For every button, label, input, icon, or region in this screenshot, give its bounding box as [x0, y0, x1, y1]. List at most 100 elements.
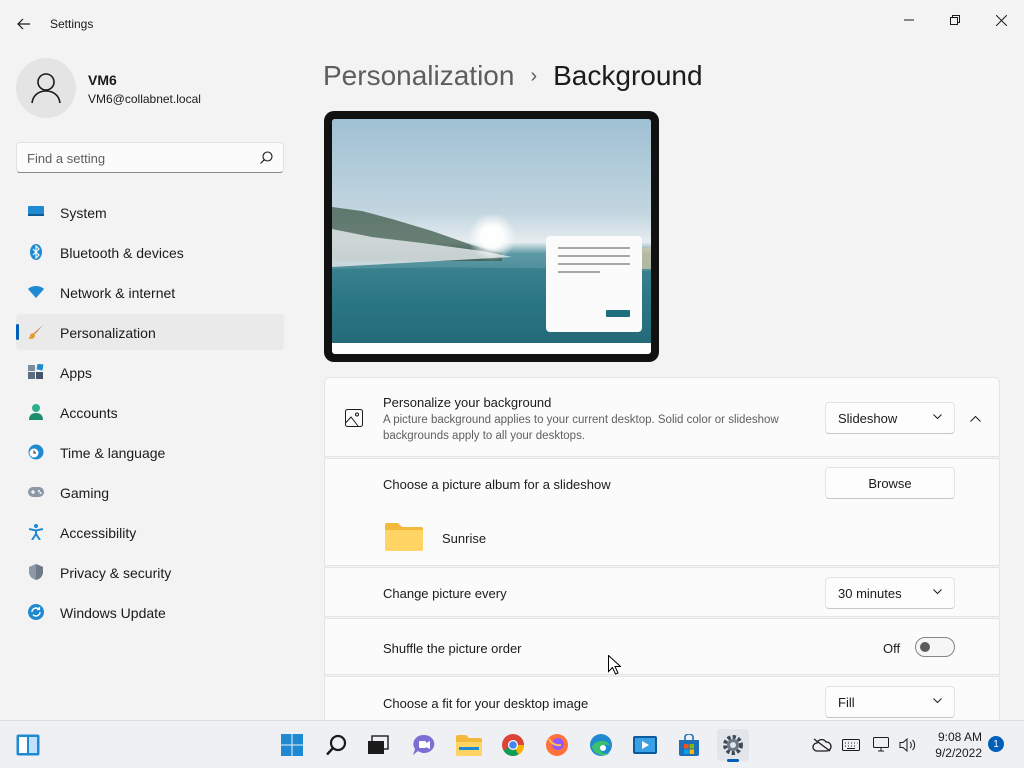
- desktop-preview: [324, 111, 659, 362]
- sidebar-item-network[interactable]: Network & internet: [16, 274, 284, 310]
- title-bar: Settings: [0, 0, 1024, 48]
- monitor-icon: [28, 204, 44, 220]
- sidebar-item-label: Privacy & security: [60, 565, 172, 581]
- sidebar-item-personalization[interactable]: Personalization: [16, 314, 284, 350]
- person-icon: [31, 73, 61, 104]
- folder-icon: [385, 523, 423, 551]
- page-title: Background: [553, 60, 703, 91]
- media-player-icon: [633, 736, 657, 754]
- shield-icon: [28, 564, 44, 580]
- close-icon: [995, 14, 1007, 26]
- gear-icon: [723, 735, 743, 755]
- volume-button[interactable]: [893, 729, 923, 761]
- bluetooth-icon: [28, 244, 44, 260]
- edge-icon: [590, 734, 612, 756]
- accounts-icon: [28, 404, 44, 420]
- shuffle-title: Shuffle the picture order: [383, 641, 522, 656]
- shuffle-order-row: Shuffle the picture order Off: [324, 618, 1000, 675]
- sidebar-item-gaming[interactable]: Gaming: [16, 474, 284, 510]
- settings-taskbar-button[interactable]: [717, 729, 749, 762]
- personalize-background-description: A picture background applies to your cur…: [383, 414, 779, 442]
- search-input[interactable]: Find a setting: [16, 142, 284, 173]
- start-button[interactable]: [276, 729, 308, 761]
- dropdown-value: Fill: [838, 695, 855, 710]
- album-folder-name: Sunrise: [442, 531, 487, 546]
- restore-icon: [950, 15, 960, 25]
- file-explorer-button[interactable]: [453, 729, 485, 761]
- chat-button[interactable]: [408, 729, 440, 761]
- app-title: Settings: [50, 17, 94, 31]
- user-profile[interactable]: VM6 VM6@collabnet.local: [16, 58, 286, 118]
- keyboard-icon: [842, 739, 860, 751]
- taskbar-date: 9/2/2022: [935, 746, 982, 760]
- taskbar-time: 9:08 AM: [937, 730, 982, 744]
- personalize-background-row: Personalize your background A picture ba…: [324, 377, 1000, 457]
- store-button[interactable]: [673, 729, 705, 761]
- sidebar-item-time-language[interactable]: Time & language: [16, 434, 284, 470]
- chevron-up-icon: [969, 415, 981, 422]
- back-button[interactable]: [8, 10, 40, 38]
- widgets-icon: [16, 734, 40, 756]
- edge-button[interactable]: [585, 729, 617, 761]
- search-icon: [260, 151, 273, 164]
- background-type-dropdown[interactable]: Slideshow: [825, 402, 955, 434]
- keyboard-button[interactable]: [836, 729, 866, 761]
- sidebar-item-privacy[interactable]: Privacy & security: [16, 554, 284, 590]
- task-view-button[interactable]: [362, 729, 394, 761]
- sidebar-item-apps[interactable]: Apps: [16, 354, 284, 390]
- sidebar-item-label: Gaming: [60, 485, 110, 501]
- close-button[interactable]: [978, 4, 1024, 36]
- fit-dropdown[interactable]: Fill: [825, 686, 955, 718]
- brush-icon: [28, 324, 44, 340]
- sidebar-item-system[interactable]: System: [16, 194, 284, 230]
- album-title: Choose a picture album for a slideshow: [383, 477, 611, 492]
- picture-icon: [345, 409, 363, 427]
- sidebar-item-accounts[interactable]: Accounts: [16, 394, 284, 430]
- sidebar-item-label: System: [60, 205, 107, 221]
- store-icon: [679, 734, 699, 756]
- sidebar-item-label: Apps: [60, 365, 92, 381]
- shuffle-toggle[interactable]: [915, 637, 955, 657]
- restore-button[interactable]: [932, 4, 978, 36]
- onedrive-status-button[interactable]: [807, 729, 837, 761]
- change-picture-interval-row: Change picture every 30 minutes: [324, 567, 1000, 617]
- collapse-button[interactable]: [961, 406, 989, 430]
- breadcrumb-parent[interactable]: Personalization: [323, 60, 514, 92]
- user-name: VM6: [88, 72, 117, 88]
- mouse-cursor-icon: [608, 655, 621, 675]
- preview-screen: [332, 119, 651, 354]
- clock-globe-icon: [28, 444, 44, 460]
- chrome-icon: [502, 734, 524, 756]
- chevron-down-icon: [933, 698, 942, 704]
- notification-badge[interactable]: 1: [988, 736, 1004, 752]
- firefox-button[interactable]: [541, 729, 573, 761]
- browse-button[interactable]: Browse: [825, 467, 955, 499]
- avatar: [16, 58, 76, 118]
- minimize-button[interactable]: [886, 4, 932, 36]
- search-button[interactable]: [321, 729, 353, 761]
- chrome-button[interactable]: [497, 729, 529, 761]
- firefox-icon: [546, 734, 568, 756]
- media-player-button[interactable]: [629, 729, 661, 761]
- interval-title: Change picture every: [383, 586, 507, 601]
- shuffle-state-label: Off: [883, 641, 901, 656]
- widgets-button[interactable]: [12, 729, 44, 761]
- windows-logo-icon: [281, 734, 303, 756]
- active-app-indicator: [727, 759, 739, 762]
- toggle-knob: [920, 642, 930, 652]
- update-icon: [28, 604, 44, 620]
- search-icon: [326, 734, 347, 756]
- sidebar-item-windows-update[interactable]: Windows Update: [16, 594, 284, 630]
- slideshow-album-row: Choose a picture album for a slideshow B…: [324, 458, 1000, 566]
- preview-window: [546, 236, 642, 332]
- dropdown-value: 30 minutes: [838, 586, 902, 601]
- folder-icon: [456, 735, 482, 756]
- sidebar-item-bluetooth[interactable]: Bluetooth & devices: [16, 234, 284, 270]
- cloud-offline-icon: [812, 738, 832, 752]
- sidebar-item-accessibility[interactable]: Accessibility: [16, 514, 284, 550]
- interval-dropdown[interactable]: 30 minutes: [825, 577, 955, 609]
- fit-title: Choose a fit for your desktop image: [383, 696, 589, 711]
- breadcrumb: Personalization › Background: [323, 58, 703, 94]
- back-arrow-icon: [17, 18, 30, 30]
- chevron-down-icon: [933, 589, 942, 595]
